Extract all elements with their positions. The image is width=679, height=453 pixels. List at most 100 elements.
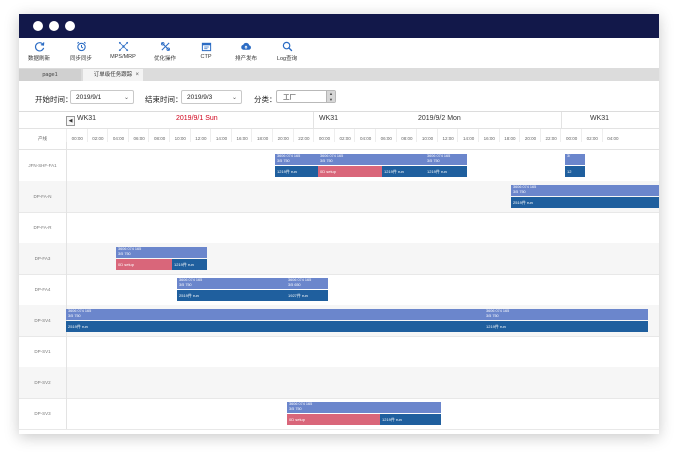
refresh-icon <box>34 42 44 52</box>
alarm-clock-icon <box>76 41 86 52</box>
hour-tick-label: 18:00 <box>498 129 521 142</box>
tab-page1-label: page1 <box>42 72 58 78</box>
hour-tick-label: 18:00 <box>251 129 273 142</box>
task-header: 3606 074 165 3/5 750 <box>116 247 207 258</box>
production-line-label: DP-SV1 <box>19 336 67 367</box>
tab-order-task-tracking[interactable]: 订单级任务跟踪 × <box>83 69 143 81</box>
hour-tick-label: 06:00 <box>127 129 150 142</box>
chevron-down-icon: ⌄ <box>231 95 237 101</box>
sync-button[interactable]: 同步同步 <box>57 41 105 62</box>
log-query-label: Log查询 <box>276 56 298 62</box>
category-select[interactable]: 工厂 ▲ ▼ <box>276 90 336 103</box>
window-close-dot[interactable] <box>33 21 43 31</box>
task-progress: 0D setup 1219件 run <box>116 259 207 270</box>
production-line-label: JFN-SHF-FA1 <box>19 150 67 181</box>
task-bar[interactable]: 3606 074 165 3/5 750 0D setup 1219件 run <box>116 247 207 270</box>
end-time-label: 结束时间： <box>145 95 183 104</box>
task-quantity: 3/5 750 <box>179 282 192 287</box>
end-time-value: 2019/9/3 <box>187 94 213 101</box>
setup-segment: 0D setup <box>318 166 382 177</box>
task-quantity: 3/5 750 <box>68 313 81 318</box>
run-segment: 1219件 run <box>380 414 441 425</box>
hour-tick-label: 06:00 <box>375 129 397 142</box>
task-bar[interactable]: 3606 074 165 3/5 750 2519件 run <box>177 278 286 301</box>
task-quantity: 3/5 750 <box>289 406 302 411</box>
week-header: ◀ WK31 2019/9/1 Sun WK31 2019/9/2 Mon WK… <box>19 112 659 129</box>
tab-page1[interactable]: page1 <box>19 69 81 81</box>
hour-tick-label: 04:00 <box>107 129 129 142</box>
start-time-label: 开始时间： <box>35 95 73 104</box>
production-line-label: DP-FA-R <box>19 212 67 243</box>
production-line-label: DP-FA3 <box>19 243 67 274</box>
task-header: 3606 074 165 3/5 750 <box>511 185 659 196</box>
tab-close-icon[interactable]: × <box>135 69 139 81</box>
hour-tick-label: 02:00 <box>581 129 603 142</box>
task-quantity: 3/5 750 <box>513 189 526 194</box>
run-segment: 1219件 run <box>425 166 467 177</box>
window-maximize-dot[interactable] <box>65 21 75 31</box>
row-header-label: 产线 <box>19 129 67 149</box>
task-progress: 2519件 run <box>177 290 286 301</box>
start-time-value: 2019/9/1 <box>76 94 102 101</box>
task-bar[interactable]: 3606 074 165 3/5 650 1927件 run <box>286 278 328 301</box>
log-query-button[interactable]: Log查询 <box>263 41 311 62</box>
task-header: 3606 074 165 3/5 750 <box>66 309 484 320</box>
production-line-label: DP-FA4 <box>19 274 67 305</box>
task-bar[interactable]: 3606 074 165 3/5 750 2519件 run <box>511 185 659 208</box>
task-header: 3606 074 165 3/5 750 <box>318 154 425 165</box>
hour-tick-label: 14:00 <box>210 129 232 142</box>
setup-segment: 0D setup <box>116 259 172 270</box>
end-time-select[interactable]: 2019/9/3 ⌄ <box>181 90 242 104</box>
mps-mrp-label: MPS/MRP <box>110 54 136 60</box>
production-line-label: DP-SV2 <box>19 367 67 398</box>
task-bar[interactable]: 3606 074 165 3/5 750 1219件 run <box>425 154 467 177</box>
production-line-label: DP-SV3 <box>19 398 67 429</box>
task-progress: 1219件 run <box>425 166 467 177</box>
optimize-icon <box>160 41 170 52</box>
week-label: WK31 <box>590 115 610 122</box>
day-label: 2019/9/2 Mon <box>418 115 461 122</box>
sync-label: 同步同步 <box>69 56 92 62</box>
hour-tick-label: 02:00 <box>333 129 356 142</box>
start-time-select[interactable]: 2019/9/1 ⌄ <box>70 90 134 104</box>
stepper-icon[interactable]: ▲ ▼ <box>326 91 335 102</box>
hour-tick-label: 10:00 <box>416 129 438 142</box>
cloud-upload-icon <box>241 42 251 50</box>
search-icon <box>282 41 292 52</box>
mps-mrp-button[interactable]: MPS/MRP <box>99 41 147 60</box>
hour-tick-label: 12:00 <box>436 129 459 142</box>
tab-order-task-tracking-label: 订单级任务跟踪 <box>93 72 133 78</box>
week-label: WK31 <box>77 115 97 122</box>
task-quantity: 3/5 750 <box>427 158 440 163</box>
production-line-label: DP-SV4 <box>19 305 67 336</box>
task-bar[interactable]: 3606 074 165 3/5 750 0D setup 1219件 run <box>318 154 425 177</box>
setup-segment: 0D setup <box>287 414 380 425</box>
hour-tick-label: 20:00 <box>272 129 294 142</box>
app-window: 数据刷新 同步同步 MPS/MRP 优化操作 CTP 排产发布 Log查询 pa… <box>19 14 659 434</box>
hour-tick-label: 08:00 <box>148 129 170 142</box>
category-label: 分类： <box>254 95 277 104</box>
window-minimize-dot[interactable] <box>49 21 59 31</box>
task-progress: 1219件 run <box>484 321 648 332</box>
task-header: 3606 074 165 3/5 750 <box>425 154 467 165</box>
network-icon <box>118 41 128 52</box>
task-bar[interactable]: 3606 074 165 3/5 750 0D setup 1219件 run <box>287 402 441 425</box>
hour-tick-label: 20:00 <box>519 129 541 142</box>
task-bar[interactable]: 3/12 <box>565 154 585 177</box>
task-header: 3606 074 165 3/5 650 <box>286 278 328 289</box>
task-quantity: 3/5 750 <box>486 313 499 318</box>
hour-tick-label: 02:00 <box>86 129 109 142</box>
task-progress: 1927件 run <box>286 290 328 301</box>
day-divider <box>313 112 314 128</box>
prev-arrow-icon[interactable]: ◀ <box>66 116 75 126</box>
tab-bar: page1 订单级任务跟踪 × <box>19 68 659 81</box>
task-header: 3606 074 165 3/5 750 <box>484 309 648 320</box>
task-progress: 2519件 run <box>511 197 659 208</box>
hour-tick-label: 16:00 <box>230 129 253 142</box>
task-bar[interactable]: 3606 074 165 3/5 750 2519件 run <box>66 309 484 332</box>
gantt-row: DP-SV1 <box>19 336 659 368</box>
day-divider <box>561 112 562 128</box>
task-bar[interactable]: 3606 074 165 3/5 750 1219件 run <box>484 309 648 332</box>
task-progress: 0D setup 1219件 run <box>318 166 425 177</box>
category-value: 工厂 <box>283 94 296 101</box>
